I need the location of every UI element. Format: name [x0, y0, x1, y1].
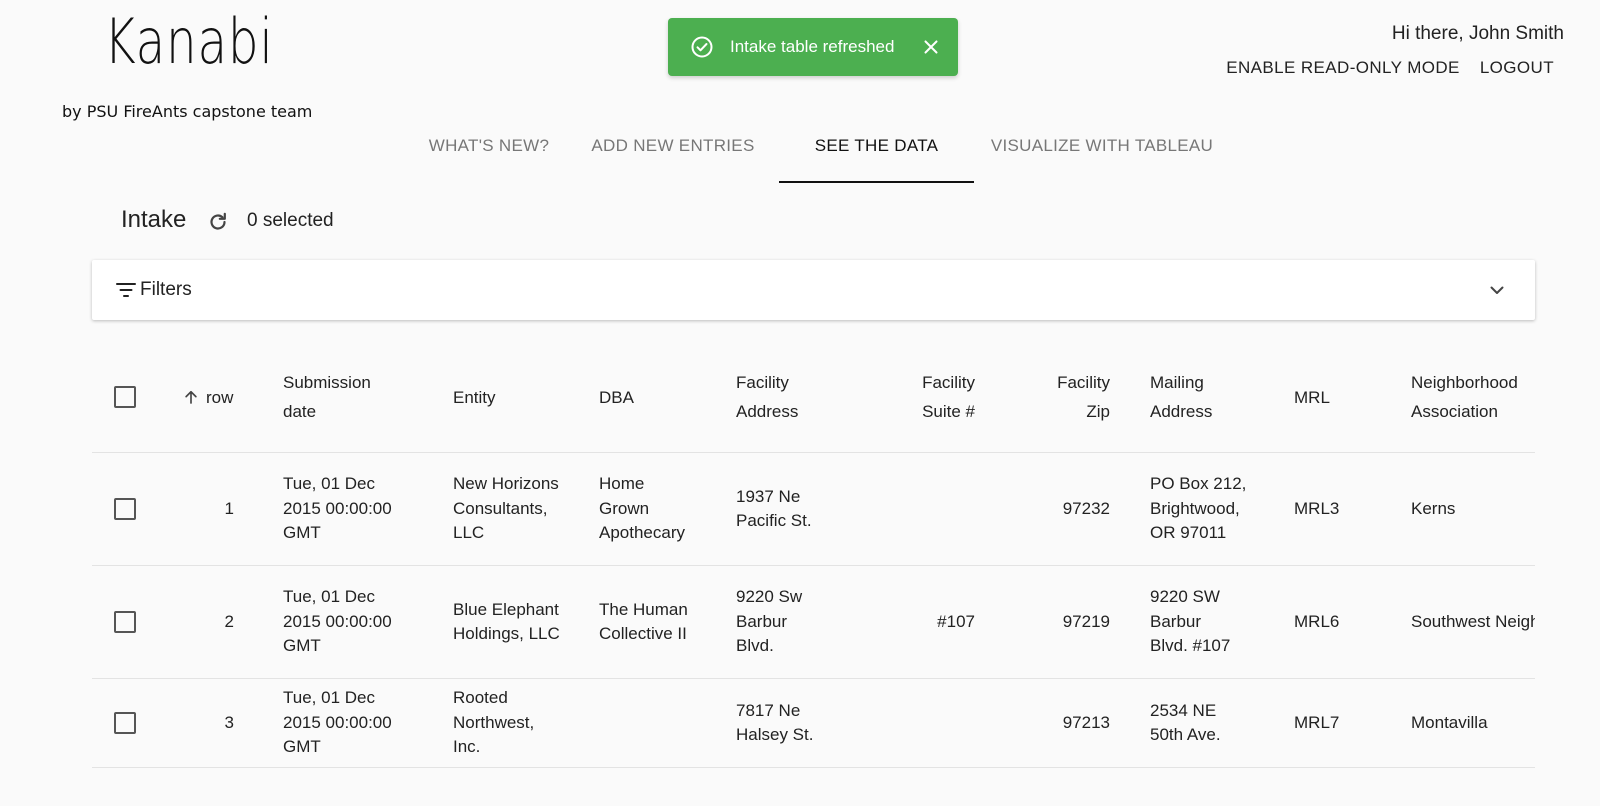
- cell-facility-zip: 97213: [1062, 712, 1110, 732]
- cell-mrl: MRL3: [1294, 498, 1340, 518]
- filters-label: Filters: [140, 279, 192, 300]
- cell-dba: Home Grown Apothecary: [599, 474, 685, 543]
- toast-notification: Intake table refreshed: [668, 18, 958, 76]
- check-circle-icon: [691, 36, 713, 58]
- tab-whats-new[interactable]: WHAT'S NEW?: [411, 121, 567, 171]
- main-tabs: WHAT'S NEW? ADD NEW ENTRIES SEE THE DATA…: [411, 133, 1230, 183]
- logout-button[interactable]: LOGOUT: [1480, 58, 1554, 78]
- chevron-down-icon[interactable]: [1485, 278, 1509, 302]
- cell-mailing-address: 2534 NE 50th Ave.: [1150, 700, 1221, 745]
- cell-row: 3: [224, 712, 234, 732]
- cell-row: 2: [224, 611, 234, 631]
- cell-neighborhood-text: Southwest Neighborhood Inc.: [1411, 611, 1535, 631]
- header-mrl[interactable]: MRL: [1294, 342, 1374, 452]
- logo-subtitle: by PSU FireAnts capstone team: [62, 102, 313, 121]
- cell-neighborhood: Kerns: [1411, 498, 1456, 518]
- row-checkbox[interactable]: [114, 498, 136, 520]
- cell-facility-zip: 97232: [1062, 498, 1110, 518]
- cell-facility-address: 1937 Ne Pacific St.: [736, 486, 812, 531]
- cell-row: 1: [224, 498, 234, 518]
- header-neighborhood[interactable]: Neighborhood Association: [1411, 342, 1535, 452]
- cell-submission-date: Tue, 01 Dec 2015 00:00:00 GMT: [283, 474, 392, 543]
- cell-facility-address: 7817 Ne Halsey St.: [736, 700, 814, 745]
- row-checkbox[interactable]: [114, 712, 136, 734]
- cell-facility-suite: [904, 679, 975, 767]
- cell-mrl: MRL6: [1294, 611, 1340, 631]
- read-only-mode-button[interactable]: ENABLE READ-ONLY MODE: [1226, 58, 1460, 78]
- cell-neighborhood: Montavilla: [1411, 712, 1488, 732]
- table-header-row: row Submission date Entity DBA Facility …: [92, 342, 1535, 453]
- tab-add-new-entries[interactable]: ADD NEW ENTRIES: [567, 121, 779, 171]
- close-icon[interactable]: [920, 36, 942, 58]
- cell-mrl: MRL7: [1294, 712, 1340, 732]
- table-row[interactable]: 2 Tue, 01 Dec 2015 00:00:00 GMT Blue Ele…: [92, 566, 1535, 679]
- cell-entity: Blue Elephant Holdings, LLC: [453, 599, 560, 644]
- refresh-icon[interactable]: [206, 210, 230, 234]
- filter-icon: [116, 283, 136, 297]
- cell-dba: [599, 679, 699, 767]
- table-row[interactable]: 3 Tue, 01 Dec 2015 00:00:00 GMT Rooted N…: [92, 679, 1535, 768]
- select-all-checkbox[interactable]: [114, 386, 136, 408]
- tab-see-the-data[interactable]: SEE THE DATA: [779, 121, 974, 183]
- cell-mailing-address: 9220 SW Barbur Blvd. #107: [1150, 587, 1231, 656]
- header-facility-suite[interactable]: Facility Suite #: [904, 342, 975, 452]
- table-title: Intake: [121, 206, 187, 233]
- header-row-label: row: [206, 387, 234, 407]
- cell-facility-zip: 97219: [1062, 611, 1110, 631]
- app-logo: Kanabi: [104, 5, 274, 78]
- cell-mailing-address: PO Box 212, Brightwood, OR 97011: [1150, 474, 1247, 543]
- cell-dba: The Human Collective II: [599, 599, 688, 644]
- sort-arrow-up-icon: [185, 390, 197, 404]
- cell-entity: Rooted Northwest, Inc.: [453, 688, 535, 757]
- header-facility-address[interactable]: Facility Address: [736, 342, 826, 452]
- header-facility-zip[interactable]: Facility Zip: [1032, 342, 1110, 452]
- header-entity[interactable]: Entity: [453, 342, 563, 452]
- header-dba[interactable]: DBA: [599, 342, 699, 452]
- top-actions: ENABLE READ-ONLY MODE LOGOUT: [1226, 58, 1554, 78]
- cell-submission-date: Tue, 01 Dec 2015 00:00:00 GMT: [283, 587, 392, 656]
- intake-table: row Submission date Entity DBA Facility …: [92, 342, 1535, 768]
- table-row[interactable]: 1 Tue, 01 Dec 2015 00:00:00 GMT New Hori…: [92, 453, 1535, 566]
- header-row[interactable]: row: [182, 342, 233, 452]
- toast-message: Intake table refreshed: [730, 37, 895, 56]
- cell-facility-suite: [904, 453, 975, 565]
- cell-facility-address: 9220 Sw Barbur Blvd.: [736, 587, 803, 656]
- cell-submission-date: Tue, 01 Dec 2015 00:00:00 GMT: [283, 688, 392, 757]
- tab-visualize-with-tableau[interactable]: VISUALIZE WITH TABLEAU: [974, 121, 1230, 171]
- user-greeting: Hi there, John Smith: [1391, 23, 1564, 44]
- cell-facility-suite: #107: [937, 611, 975, 631]
- selected-count: 0 selected: [247, 210, 334, 231]
- header-mailing-address[interactable]: Mailing Address: [1150, 342, 1240, 452]
- row-checkbox[interactable]: [114, 611, 136, 633]
- header-submission-date[interactable]: Submission date: [283, 342, 395, 452]
- filters-panel[interactable]: Filters: [92, 260, 1535, 320]
- cell-neighborhood: Southwest Neighborhood Inc.: [1411, 566, 1535, 678]
- cell-entity: New Horizons Consultants, LLC: [453, 474, 559, 543]
